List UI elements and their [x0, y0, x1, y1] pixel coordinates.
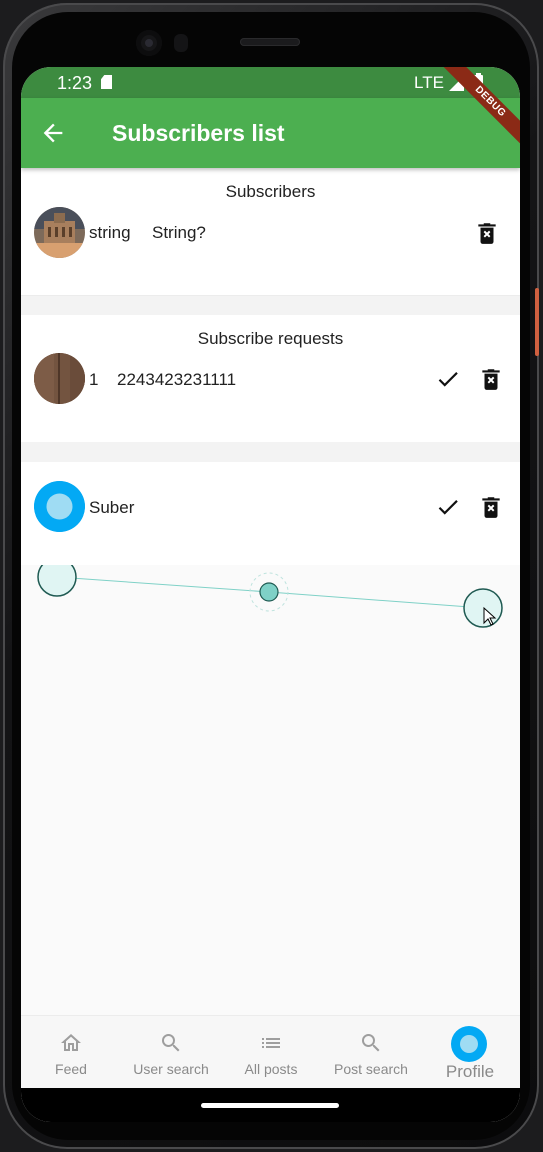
- profile-avatar-icon: [451, 1026, 487, 1062]
- nav-item-user-search[interactable]: User search: [121, 1016, 221, 1089]
- request-detail: 2243423231111: [117, 370, 237, 389]
- power-button: [535, 288, 539, 356]
- touch-point-start: [37, 557, 77, 597]
- sd-card-icon: [101, 75, 112, 89]
- bottom-navigation: Feed User search All posts Post search P…: [21, 1015, 520, 1089]
- accept-check-icon[interactable]: [435, 494, 461, 520]
- avatar: [34, 353, 85, 404]
- nav-label-user-search: User search: [133, 1061, 209, 1077]
- front-camera: [136, 30, 162, 56]
- request-row-card: Suber: [21, 462, 520, 565]
- nav-item-all-posts[interactable]: All posts: [221, 1016, 321, 1089]
- touch-point-mid: [259, 582, 279, 602]
- list-icon: [262, 1038, 280, 1048]
- nav-label-feed: Feed: [55, 1061, 87, 1077]
- nav-item-feed[interactable]: Feed: [21, 1016, 121, 1089]
- avatar: [34, 481, 85, 532]
- nav-label-all-posts: All posts: [244, 1061, 298, 1077]
- building-photo-icon: [34, 207, 85, 258]
- delete-icon[interactable]: [474, 220, 500, 246]
- page-title: Subscribers list: [112, 120, 285, 146]
- request-name: 1: [89, 370, 99, 389]
- app-bar: Subscribers list: [21, 98, 520, 168]
- section-divider: [21, 442, 520, 462]
- requests-heading: Subscribe requests: [197, 329, 344, 348]
- app-screen: 1:23 LTE Subscribers list DEBUG Subscrib…: [21, 67, 520, 1122]
- delete-icon[interactable]: [478, 494, 504, 520]
- nav-label-profile: Profile: [445, 1062, 495, 1081]
- request-name: Suber: [89, 498, 135, 517]
- nav-item-profile[interactable]: Profile: [420, 1016, 520, 1089]
- subscriber-detail: String?: [152, 223, 206, 242]
- touch-point-end: [463, 588, 503, 628]
- network-type: LTE: [414, 73, 444, 92]
- nav-item-post-search[interactable]: Post search: [321, 1016, 421, 1089]
- content-background: [21, 557, 520, 1015]
- section-divider: [21, 295, 520, 316]
- search-icon: [362, 1034, 380, 1052]
- requests-card: Subscribe requests 1 2243423231111: [21, 315, 520, 442]
- home-indicator[interactable]: [201, 1103, 339, 1108]
- home-icon: [61, 1034, 81, 1051]
- proximity-sensor: [174, 34, 188, 52]
- subscriber-name: string: [89, 223, 131, 242]
- wood-photo-icon: [34, 353, 85, 404]
- status-time: 1:23: [57, 73, 93, 93]
- nav-label-post-search: Post search: [334, 1061, 408, 1077]
- gesture-area: [21, 1088, 520, 1122]
- touch-trail-overlay: [37, 557, 503, 628]
- status-bar: 1:23 LTE: [21, 67, 520, 98]
- avatar: [34, 207, 85, 258]
- search-icon: [162, 1034, 180, 1052]
- earpiece-speaker: [240, 38, 300, 46]
- back-arrow-icon[interactable]: [39, 119, 67, 147]
- delete-icon[interactable]: [478, 366, 504, 392]
- subscribers-heading: Subscribers: [225, 182, 316, 201]
- subscribers-card: Subscribers string String?: [21, 168, 520, 295]
- accept-check-icon[interactable]: [435, 366, 461, 392]
- default-avatar-icon: [34, 481, 85, 532]
